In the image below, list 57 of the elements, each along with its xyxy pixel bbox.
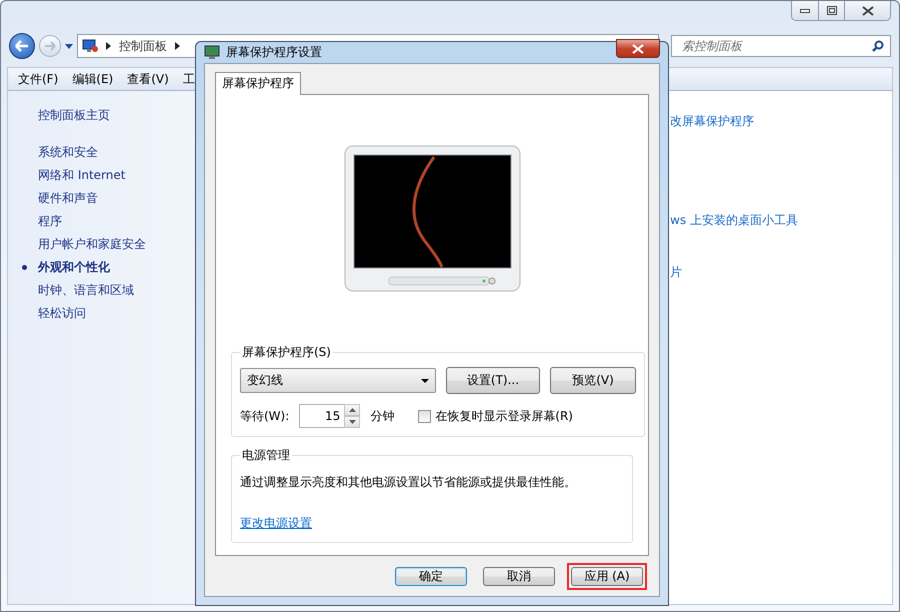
close-button[interactable] bbox=[616, 39, 660, 58]
back-arrow-icon bbox=[15, 40, 29, 52]
dialog-button[interactable]: 取消 bbox=[483, 566, 555, 586]
task-link[interactable]: 改屏幕保护程序 bbox=[670, 113, 798, 130]
power-description: 通过调整显示亮度和其他电源设置以节省能源或提供最佳性能。 bbox=[240, 474, 577, 491]
monitor-icon bbox=[204, 45, 220, 60]
minimize-button[interactable] bbox=[792, 1, 818, 20]
dialog-button[interactable]: 确定 bbox=[395, 566, 467, 586]
up-caret-icon bbox=[348, 408, 356, 412]
sidebar-item[interactable]: 硬件和声音 bbox=[20, 187, 196, 210]
settings-button[interactable]: 设置(T)... bbox=[446, 367, 540, 394]
search-field[interactable]: 索控制面板 bbox=[678, 39, 872, 53]
sidebar-item[interactable]: 轻松访问 bbox=[20, 302, 196, 325]
close-icon bbox=[632, 44, 644, 54]
wait-label: 等待(W): bbox=[240, 408, 290, 424]
maximize-button[interactable] bbox=[818, 1, 844, 20]
menu-item[interactable]: 查看(V) bbox=[121, 70, 175, 88]
menu-item[interactable]: 文件(F) bbox=[12, 70, 64, 88]
dialog-title: 屏幕保护程序设置 bbox=[226, 44, 323, 61]
spin-down-button[interactable] bbox=[344, 416, 360, 428]
minimize-icon bbox=[800, 8, 810, 12]
sidebar-item[interactable]: 网络和 Internet bbox=[20, 164, 196, 187]
chevron-icon bbox=[106, 42, 111, 50]
tab[interactable]: 屏幕保护程序 bbox=[215, 72, 301, 95]
checkbox-label[interactable]: 在恢复时显示登录屏幕(R) bbox=[435, 408, 573, 424]
group-label: 电源管理 bbox=[241, 447, 291, 464]
task-link[interactable]: ws 上安装的桌面小工具 bbox=[670, 212, 798, 229]
sidebar-item[interactable]: 用户帐户和家庭安全 bbox=[20, 233, 196, 256]
spin-up-button[interactable] bbox=[344, 404, 360, 416]
maximize-icon bbox=[826, 6, 836, 15]
close-button[interactable] bbox=[844, 1, 890, 20]
power-settings-link[interactable]: 更改电源设置 bbox=[240, 515, 312, 532]
search-box[interactable]: 索控制面板 bbox=[671, 35, 891, 57]
menu-item[interactable]: 编辑(E) bbox=[66, 70, 120, 88]
breadcrumb[interactable]: 控制面板 bbox=[119, 38, 167, 54]
preview-button[interactable]: 预览(V) bbox=[550, 367, 636, 394]
down-caret-icon bbox=[348, 420, 356, 424]
task-link[interactable]: 片 bbox=[670, 264, 798, 281]
group-label: 屏幕保护程序(S) bbox=[241, 344, 332, 361]
chevron-icon bbox=[175, 42, 180, 50]
sidebar-item[interactable]: 程序 bbox=[20, 210, 196, 233]
dropdown-caret-icon[interactable] bbox=[65, 44, 73, 48]
sidebar-item[interactable]: 外观和个性化 bbox=[20, 256, 196, 279]
screensaver-dropdown[interactable]: 变幻线 bbox=[240, 368, 436, 393]
control-panel-icon bbox=[82, 39, 98, 53]
forward-arrow-icon bbox=[44, 41, 56, 51]
sidebar-home-link[interactable]: 控制面板主页 bbox=[38, 107, 196, 124]
close-icon bbox=[862, 6, 874, 16]
back-button[interactable] bbox=[9, 33, 35, 59]
wait-minutes-field[interactable]: 15 bbox=[299, 404, 344, 428]
sidebar-item[interactable]: 时钟、语言和区域 bbox=[20, 279, 196, 302]
search-icon bbox=[872, 40, 884, 52]
minutes-label: 分钟 bbox=[370, 408, 394, 424]
sidebar-item[interactable]: 系统和安全 bbox=[20, 141, 196, 164]
checkbox[interactable] bbox=[418, 410, 432, 422]
dialog-button[interactable]: 应用 (A) bbox=[571, 566, 643, 586]
caret-icon bbox=[421, 378, 429, 382]
